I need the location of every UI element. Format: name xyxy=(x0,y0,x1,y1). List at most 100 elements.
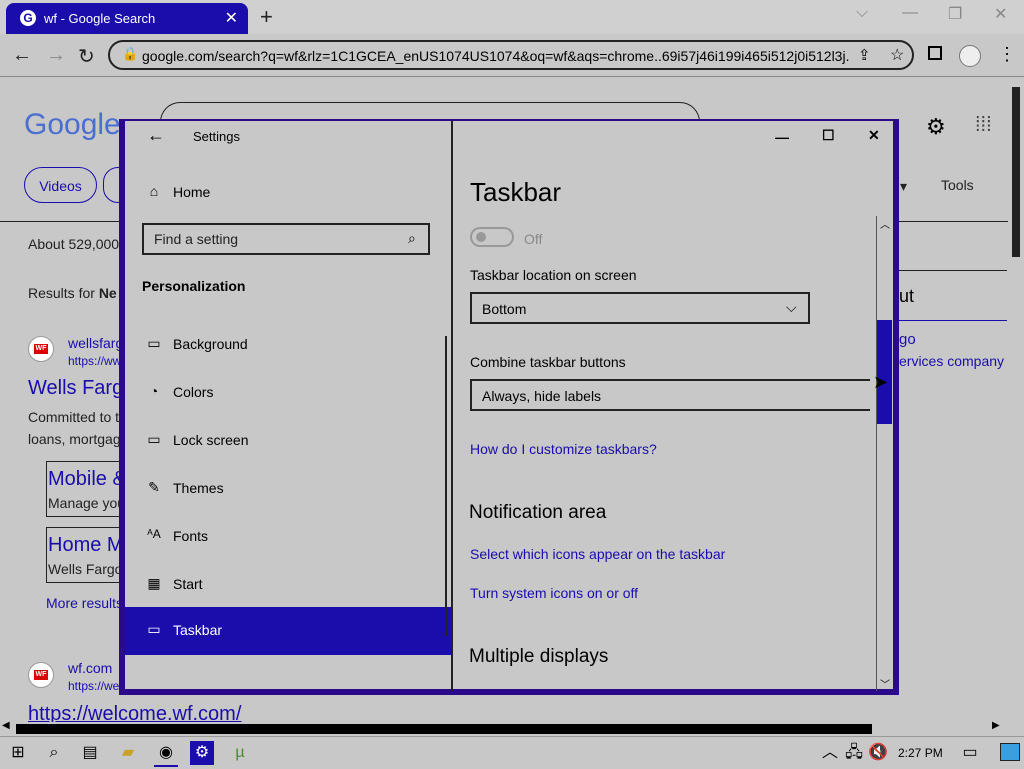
volume-muted-icon[interactable]: 🔇 xyxy=(866,741,890,765)
close-window-button[interactable]: ✕ xyxy=(994,4,1007,24)
sitelink-box-2[interactable]: Home M Wells Fargo xyxy=(46,527,126,583)
page-vertical-scrollbar[interactable] xyxy=(1008,77,1024,722)
nav-colors[interactable]: ◔ Colors xyxy=(125,369,451,417)
sitelink-2-text: Wells Fargo xyxy=(48,561,123,577)
nav-scrollbar[interactable] xyxy=(445,336,447,636)
file-explorer-icon[interactable]: ▰ xyxy=(116,741,140,765)
result1-snippet-line2: loans, mortgag xyxy=(28,431,121,447)
scroll-down-icon[interactable]: ﹀ xyxy=(880,676,890,691)
forward-arrow-icon[interactable]: → xyxy=(46,44,66,67)
result1-title[interactable]: Wells Farg xyxy=(28,377,123,400)
nav-colors-label: Colors xyxy=(173,384,214,400)
results-count: About 529,000 xyxy=(28,236,120,252)
nav-home-label: Home xyxy=(173,184,211,200)
nav-taskbar-label: Taskbar xyxy=(173,622,223,638)
share-icon[interactable]: ⇪ xyxy=(858,46,871,64)
sitelink-box-1[interactable]: Mobile & Manage you xyxy=(46,461,126,517)
close-tab-icon[interactable]: ✕ xyxy=(225,8,238,28)
result1-snippet-line1: Committed to t xyxy=(28,409,120,425)
more-results-link[interactable]: More results xyxy=(46,595,123,611)
system-icons-link[interactable]: Turn system icons on or off xyxy=(470,585,638,601)
show-desktop-icon[interactable] xyxy=(1000,743,1020,761)
side-panel-link2[interactable]: ervices company xyxy=(899,353,1004,369)
side-panel-icon[interactable] xyxy=(928,46,942,60)
side-divider-2 xyxy=(899,320,1007,321)
side-panel-link1[interactable]: go xyxy=(899,331,916,348)
nav-fonts-label: Fonts xyxy=(173,528,209,544)
find-setting-input[interactable]: Find a setting ⌕ xyxy=(142,223,430,255)
location-value: Bottom xyxy=(482,301,527,317)
nav-themes-label: Themes xyxy=(173,480,224,496)
nav-background[interactable]: ▭ Background xyxy=(125,321,451,369)
toggle-switch[interactable] xyxy=(470,227,514,247)
nav-themes[interactable]: ✎ Themes xyxy=(125,465,451,513)
location-dropdown[interactable]: Bottom ⌵ xyxy=(470,292,810,324)
select-icons-link[interactable]: Select which icons appear on the taskbar xyxy=(470,546,725,562)
wf-favicon-icon-2: WF xyxy=(28,662,54,688)
lock-screen-icon: ▭ xyxy=(147,431,161,447)
gear-icon[interactable]: ⚙ xyxy=(926,114,946,140)
network-icon[interactable]: 🖧 xyxy=(842,741,866,765)
bookmark-star-icon[interactable]: ☆ xyxy=(890,45,904,65)
result1-site[interactable]: wellsfarg xyxy=(68,335,123,351)
customize-taskbars-link[interactable]: How do I customize taskbars? xyxy=(470,441,657,457)
scroll-up-icon[interactable]: ︿ xyxy=(880,216,890,231)
restore-button[interactable]: ❐ xyxy=(948,4,962,24)
chip-videos[interactable]: Videos xyxy=(24,167,97,203)
settings-gear-icon[interactable]: ⚙ xyxy=(190,741,214,765)
nav-fonts[interactable]: ᴬA Fonts xyxy=(125,513,451,561)
settings-nav-pane: ← Settings ⌂ Home Find a setting ⌕ Perso… xyxy=(125,121,453,691)
profile-avatar-icon[interactable] xyxy=(959,45,981,67)
chrome-icon[interactable]: ◉ xyxy=(154,741,178,767)
browser-tab[interactable]: G wf - Google Search ✕ xyxy=(6,3,248,34)
minimize-button[interactable]: — xyxy=(902,4,918,22)
sitelink-2-title[interactable]: Home M xyxy=(48,534,124,557)
sitelink-1-title[interactable]: Mobile & xyxy=(48,468,126,491)
task-view-icon[interactable]: ▤ xyxy=(78,741,102,765)
clock-time[interactable]: 2:27 PM xyxy=(898,746,943,760)
taskbar-icon: ▭ xyxy=(147,621,161,637)
image-icon: ▭ xyxy=(147,335,161,351)
themes-icon: ✎ xyxy=(148,479,160,495)
settings-close-button[interactable]: ✕ xyxy=(868,127,880,144)
back-button[interactable]: ← xyxy=(147,125,165,146)
nav-home[interactable]: ⌂ Home xyxy=(125,169,451,217)
find-setting-placeholder: Find a setting xyxy=(154,231,239,247)
result1-url: https://ww xyxy=(68,354,122,368)
page-scroll-thumb[interactable] xyxy=(1012,87,1020,257)
scroll-right-icon[interactable]: ▶ xyxy=(992,720,1000,731)
back-arrow-icon[interactable]: ← xyxy=(12,44,32,67)
google-logo[interactable]: Google xyxy=(24,108,121,142)
scroll-left-icon[interactable]: ◀ xyxy=(2,720,10,731)
menu-kebab-icon[interactable]: ⋮ xyxy=(998,44,1016,65)
new-tab-button[interactable]: + xyxy=(260,4,273,30)
page-hscroll-thumb[interactable] xyxy=(16,724,872,734)
settings-maximize-button[interactable]: ☐ xyxy=(822,127,835,144)
nav-lock-screen[interactable]: ▭ Lock screen xyxy=(125,417,451,465)
results-for: Results for Ne xyxy=(28,285,117,301)
settings-minimize-button[interactable]: — xyxy=(775,129,789,145)
notification-area-heading: Notification area xyxy=(469,502,607,523)
address-bar[interactable]: 🔒 google.com/search?q=wf&rlz=1C1GCEA_enU… xyxy=(108,40,914,70)
apps-grid-icon[interactable]: ⁞⁞⁞ xyxy=(975,114,992,137)
combine-dropdown[interactable]: Always, hide labels xyxy=(470,379,870,411)
utorrent-icon[interactable]: µ xyxy=(228,741,252,765)
tab-search-icon[interactable]: ⌵ xyxy=(856,4,868,22)
search-icon-taskbar[interactable]: ⌕ xyxy=(42,741,66,765)
page-horizontal-scrollbar[interactable]: ◀ ▶ xyxy=(0,720,1008,736)
windows-start-icon[interactable]: ⊞ xyxy=(6,741,30,765)
browser-tab-strip: G wf - Google Search ✕ + ⌵ — ❐ ✕ xyxy=(0,0,1024,34)
reload-icon[interactable]: ↻ xyxy=(78,44,95,69)
tools-button[interactable]: Tools xyxy=(941,177,974,193)
action-center-icon[interactable]: ▭ xyxy=(958,741,982,765)
nav-taskbar[interactable]: ▭ Taskbar xyxy=(125,607,451,655)
tray-chevron-up-icon[interactable]: ︿ xyxy=(818,741,842,765)
search-icon[interactable]: ⌕ xyxy=(408,230,416,247)
nav-start[interactable]: ▦ Start xyxy=(125,561,451,609)
content-scrollbar[interactable]: ︿ ﹀ xyxy=(876,216,892,691)
section-heading: Personalization xyxy=(142,278,246,294)
chip-more-arrow-icon[interactable]: ▾ xyxy=(900,178,907,195)
mouse-cursor-icon: ➤ xyxy=(873,372,889,392)
result2-site[interactable]: wf.com xyxy=(68,660,112,676)
fonts-icon: ᴬA xyxy=(147,527,161,541)
